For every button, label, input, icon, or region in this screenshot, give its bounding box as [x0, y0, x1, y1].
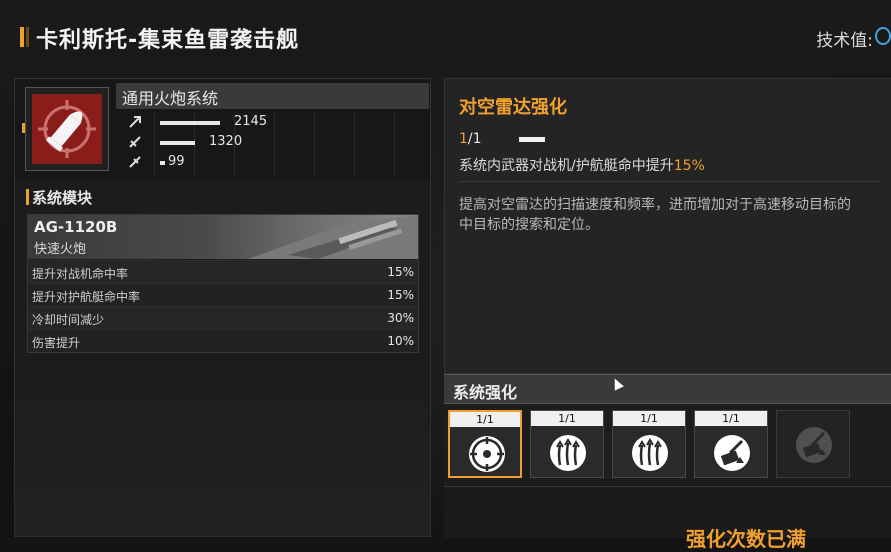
left-panel-shade	[14, 362, 431, 537]
module-stat-value: 30%	[387, 311, 414, 325]
upgrade-title: 对空雷达强化	[459, 97, 567, 118]
triple-arrow-up-icon	[632, 435, 668, 471]
upgrade-detail-panel: 对空雷达强化 1/1 系统内武器对战机/护航艇命中提升15% 提高对空雷达的扫描…	[444, 78, 891, 374]
slot-level: 1/1	[613, 411, 685, 426]
upgrade-description: 提高对空雷达的扫描速度和频率，进而增加对于高速移动目标的 中目标的搜索和定位。	[459, 195, 889, 235]
stat-row-speed: 99	[128, 154, 428, 173]
title-accent	[20, 27, 24, 47]
module-stat-value: 15%	[387, 265, 414, 279]
upgrade-level-current: 1	[459, 131, 468, 147]
stat-value-armor: 1320	[209, 134, 243, 149]
module-code: AG-1120B	[34, 218, 118, 236]
upgrade-effect-text: 系统内武器对战机/护航艇命中提升	[459, 158, 674, 174]
module-stat-row: 提升对护航艇命中率 15%	[28, 283, 418, 306]
stat-bar-speed	[160, 161, 165, 165]
stat-row-armor: 1320	[128, 134, 428, 153]
upgrade-description-line: 中目标的搜索和定位。	[459, 217, 599, 233]
module-stat-value: 15%	[387, 288, 414, 302]
system-enhance-slots: 1/1 1/1 1/1 1/1	[444, 404, 891, 486]
system-enhance-header: 系统强化	[444, 374, 891, 404]
system-enhance-title: 系统强化	[453, 383, 518, 402]
stat-value-damage: 2145	[234, 114, 268, 129]
max-enhance-text: 强化次数已满	[686, 527, 806, 551]
module-stat-row: 提升对战机命中率 15%	[28, 260, 418, 283]
modules-title: 系统模块	[32, 189, 93, 207]
tech-value-label: 技术值:	[816, 31, 873, 51]
stat-row-damage: 2145	[128, 114, 428, 133]
damage-icon	[129, 116, 141, 128]
tech-value-icon[interactable]	[875, 27, 891, 45]
cannon-shell-icon	[32, 94, 102, 164]
module-header: AG-1120B 快速火炮	[28, 215, 418, 259]
turret-upgrade-icon	[714, 435, 750, 471]
upgrade-effect: 系统内武器对战机/护航艇命中提升15%	[459, 155, 705, 175]
footer-area: 强化次数已满	[444, 486, 891, 551]
stat-value-speed: 99	[168, 154, 185, 169]
upgrade-effect-value: 15%	[673, 158, 705, 174]
upgrade-level-bar	[519, 137, 545, 142]
slot-level: 1/1	[695, 411, 767, 426]
turret-locked-icon	[796, 427, 832, 463]
selected-marker	[22, 123, 25, 133]
title-accent-dark	[26, 27, 29, 47]
system-header: 通用火炮系统 2145 1320 99	[15, 79, 430, 179]
armor-icon	[129, 136, 141, 148]
enhance-slot-1[interactable]: 1/1	[448, 410, 522, 478]
speed-icon	[129, 156, 141, 168]
module-stats: 提升对战机命中率 15% 提升对护航艇命中率 15% 冷却时间减少 30% 伤害…	[28, 260, 418, 352]
module-stat-row: 冷却时间减少 30%	[28, 306, 418, 329]
system-name: 通用火炮系统	[122, 89, 219, 108]
upgrade-level-max: /1	[467, 131, 482, 147]
stat-bar-armor	[160, 141, 195, 145]
triple-arrow-up-icon	[550, 435, 586, 471]
module-stat-value: 10%	[387, 334, 414, 348]
enhance-slot-5-locked[interactable]	[776, 410, 850, 478]
divider	[459, 181, 879, 182]
module-card[interactable]: AG-1120B 快速火炮 提升对战机命中率 15% 提升对护航艇命中率 15%…	[27, 214, 419, 353]
module-subtitle: 快速火炮	[34, 242, 87, 257]
slot-level: 1/1	[450, 412, 520, 427]
module-stat-label: 提升对战机命中率	[32, 267, 129, 281]
ship-title: 卡利斯托-集束鱼雷袭击舰	[36, 28, 300, 53]
cannon-artwork	[248, 215, 418, 259]
upgrade-level: 1/1	[459, 131, 482, 147]
module-stat-label: 伤害提升	[32, 336, 81, 350]
slot-level: 1/1	[531, 411, 603, 426]
module-stat-label: 冷却时间减少	[32, 313, 105, 327]
enhance-slot-4[interactable]: 1/1	[694, 410, 768, 478]
module-stat-row: 伤害提升 10%	[28, 329, 418, 352]
module-stat-label: 提升对护航艇命中率	[32, 290, 141, 304]
system-icon-frame[interactable]	[25, 87, 109, 171]
modules-accent	[26, 189, 29, 205]
radar-target-icon	[469, 436, 505, 472]
stat-bar-damage	[160, 121, 220, 125]
enhance-slot-2[interactable]: 1/1	[530, 410, 604, 478]
upgrade-description-line: 提高对空雷达的扫描速度和频率，进而增加对于高速移动目标的	[459, 197, 851, 213]
enhance-slot-3[interactable]: 1/1	[612, 410, 686, 478]
